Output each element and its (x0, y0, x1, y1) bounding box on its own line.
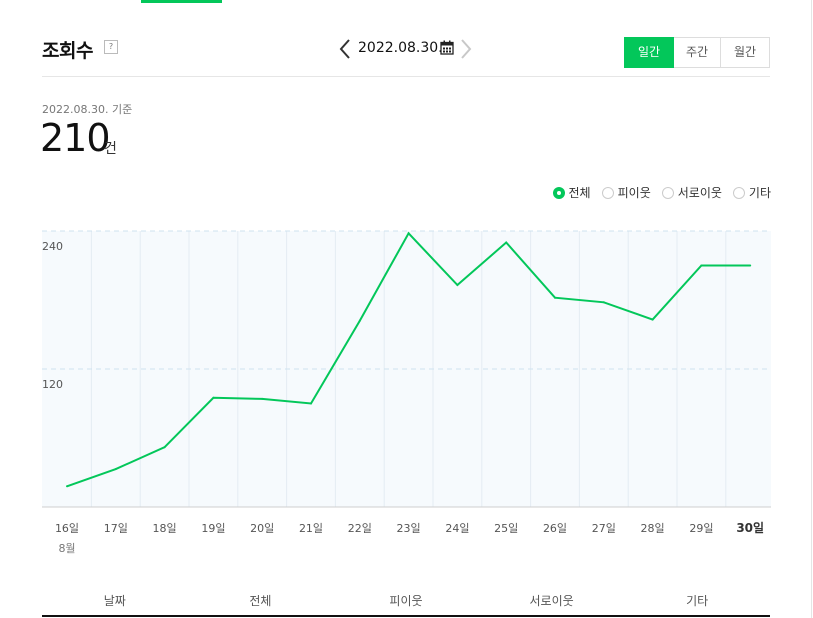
y-tick-label: 120 (42, 378, 63, 391)
tab-daily[interactable]: 일간 (624, 37, 674, 68)
legend-label: 기타 (748, 186, 771, 200)
tab-weekly[interactable]: 주간 (674, 37, 721, 68)
x-tick-label: 24일 (445, 521, 469, 535)
data-point (700, 264, 703, 267)
x-tick-label: 30일 (736, 521, 764, 535)
legend-label: 전체 (568, 186, 591, 200)
page-title: 조회수 (42, 40, 93, 62)
total-views: 210 (40, 116, 111, 160)
x-tick-label: 28일 (641, 521, 665, 535)
views-line-chart: 120 240 16일 17일 18일 19일 20일 21일 22일 23일 24일 25일 26일 2… (42, 230, 771, 555)
views-unit: 건 (104, 141, 117, 157)
data-point (505, 241, 508, 244)
x-tick-label: 27일 (592, 521, 616, 535)
x-tick-label: 22일 (348, 521, 372, 535)
radio-icon[interactable] (732, 186, 745, 199)
x-tick-label: 26일 (543, 521, 567, 535)
radio-icon[interactable] (661, 186, 674, 199)
chevron-left-icon[interactable] (336, 38, 354, 60)
data-point (114, 468, 117, 471)
header-divider (42, 76, 770, 77)
legend-label: 서로이웃 (677, 186, 722, 200)
tab-monthly[interactable]: 월간 (721, 37, 770, 68)
data-point (602, 301, 605, 304)
x-tick-label: 21일 (299, 521, 323, 535)
legend-item-all[interactable]: 전체 (552, 184, 591, 201)
data-point (261, 397, 264, 400)
data-point (554, 296, 556, 299)
radio-icon[interactable] (601, 186, 614, 199)
data-point (310, 402, 312, 405)
data-point (407, 232, 410, 235)
legend-item-mutual[interactable]: 서로이웃 (661, 184, 722, 201)
x-tick-label: 25일 (494, 521, 518, 535)
period-selector: 일간 주간 월간 (624, 37, 770, 68)
x-tick-label: 18일 (153, 521, 177, 535)
table-header-rule (42, 615, 770, 617)
x-tick-label: 29일 (689, 521, 713, 535)
data-point (212, 396, 215, 399)
data-point (163, 446, 166, 449)
x-tick-label: 17일 (104, 521, 128, 535)
x-tick-label: 20일 (250, 521, 274, 535)
basis-date: 2022.08.30. 기준 (42, 103, 133, 116)
data-point (456, 284, 459, 287)
x-tick-label: 23일 (397, 521, 421, 535)
data-point (749, 264, 752, 267)
help-icon[interactable]: ? (104, 40, 118, 54)
legend-item-neighbor[interactable]: 피이웃 (601, 184, 651, 201)
chart-legend: 전체 피이웃 서로이웃 기타 (552, 184, 771, 201)
data-point (358, 319, 361, 322)
calendar-icon[interactable] (440, 40, 454, 55)
data-point (651, 318, 654, 321)
legend-label: 피이웃 (617, 186, 651, 200)
radio-selected-icon[interactable] (552, 186, 565, 199)
y-tick-label: 240 (42, 240, 63, 253)
panel-border (811, 0, 812, 618)
x-tick-label: 16일 (55, 521, 79, 535)
chevron-right-icon[interactable] (457, 38, 475, 60)
x-tick-label: 19일 (201, 521, 225, 535)
data-point (66, 485, 68, 488)
current-date: 2022.08.30. (358, 40, 443, 56)
month-label: 8월 (58, 542, 75, 555)
legend-item-other[interactable]: 기타 (732, 184, 771, 201)
active-tab-indicator (141, 0, 222, 3)
